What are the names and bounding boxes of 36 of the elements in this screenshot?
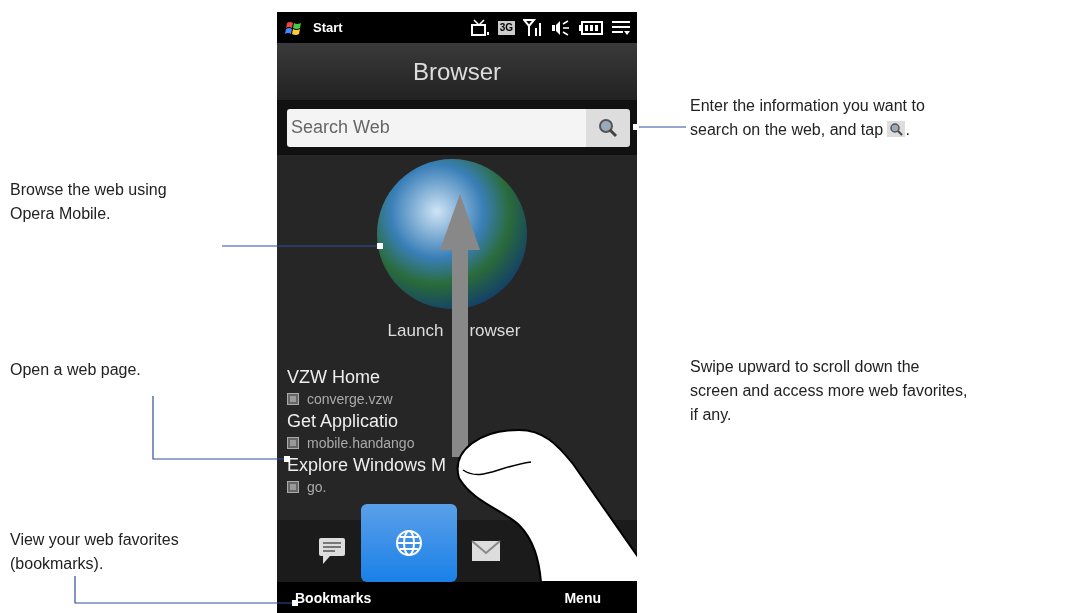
favorite-url: converge.vzw [307, 391, 393, 407]
favorite-title[interactable]: Explore Windows M [287, 455, 447, 476]
tv-icon [469, 18, 490, 37]
page-icon [287, 393, 299, 405]
search-icon [598, 117, 618, 138]
globe-icon [394, 528, 424, 558]
page-icon [287, 481, 299, 493]
callout-text: Browse the web using Opera Mobile. [10, 180, 167, 224]
battery-icon [579, 20, 603, 35]
page-icon [287, 437, 299, 449]
callout-text: Swipe upward to scroll down the screen and access more web favorites, if any. [690, 357, 968, 425]
screen-title: Browser [413, 57, 501, 86]
selected-tab-tile[interactable] [361, 504, 457, 582]
tab-tile[interactable] [317, 536, 347, 566]
bookmarks-softkey[interactable]: Bookmarks [295, 589, 372, 606]
search-button[interactable] [586, 108, 630, 147]
launch-label[interactable]: rowser [469, 321, 521, 341]
favorite-url: go. [307, 479, 327, 495]
callout-text: Enter the information you want to search on the web, and tap . [690, 96, 925, 140]
network-type-label: 3G [497, 20, 515, 35]
callout-text: View your web favorites (bookmarks). [10, 530, 179, 574]
leader-line [633, 124, 687, 130]
menu-icon[interactable] [611, 18, 631, 37]
favorite-url: mobile.handango [307, 435, 415, 451]
search-field[interactable]: Search Web [287, 108, 586, 147]
callout-text: Open a web page. [10, 360, 141, 380]
search-icon [887, 121, 906, 137]
windows-logo-icon [285, 19, 303, 36]
signal-icon [523, 18, 543, 37]
speaker-icon [551, 18, 571, 37]
favorite-title[interactable]: VZW Home [287, 367, 380, 388]
favorite-title[interactable]: Get Applicatio [287, 411, 399, 432]
speech-bubble-icon [317, 536, 347, 566]
start-button[interactable]: Start [285, 19, 343, 36]
menu-softkey[interactable]: Menu [564, 589, 601, 606]
launch-label[interactable]: Launch [387, 321, 444, 341]
